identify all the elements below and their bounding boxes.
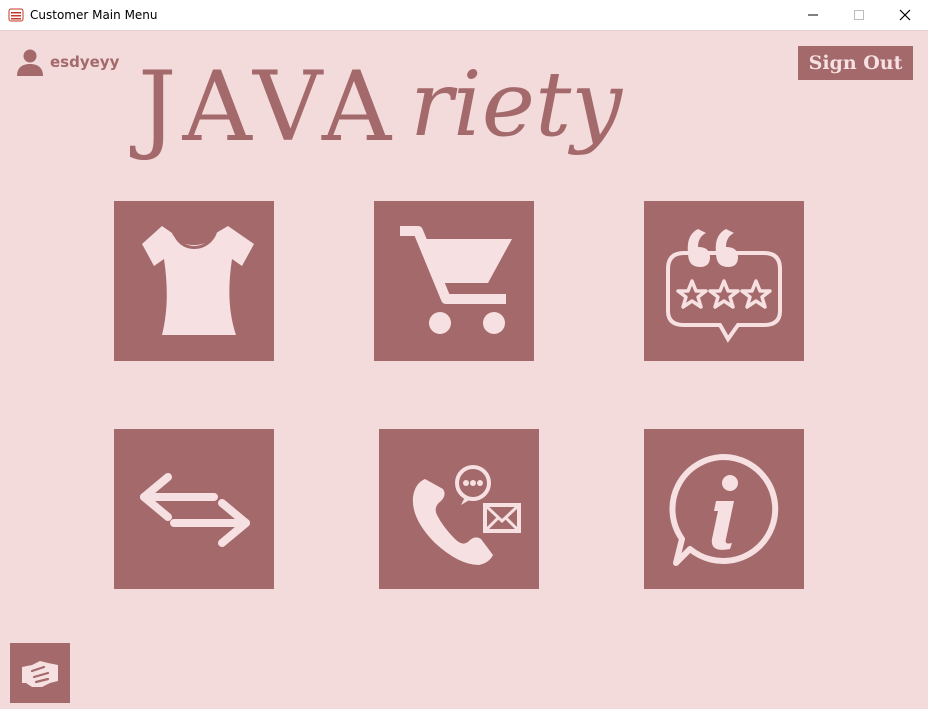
shopping-cart-icon — [400, 226, 512, 334]
contact-tile[interactable] — [379, 429, 539, 589]
exchange-arrows-icon — [140, 473, 250, 547]
username: esdyeyy — [50, 53, 120, 71]
support-tile[interactable] — [10, 643, 70, 703]
review-rating-icon — [666, 229, 782, 343]
clothing-tile[interactable] — [114, 201, 274, 361]
window-title: Customer Main Menu — [30, 8, 158, 22]
window-controls — [790, 0, 928, 30]
logo-text-right: riety — [410, 52, 623, 157]
minimize-button[interactable] — [790, 0, 836, 30]
logo-text-left: JAVA — [130, 51, 397, 163]
shirt-icon — [142, 226, 254, 335]
minimize-icon — [808, 14, 818, 16]
close-button[interactable] — [882, 0, 928, 30]
cart-tile[interactable] — [374, 201, 534, 361]
app-menu-icon[interactable] — [8, 7, 24, 23]
close-icon — [899, 9, 911, 21]
maximize-button — [836, 0, 882, 30]
maximize-icon — [854, 10, 864, 20]
handshake-icon — [22, 661, 58, 687]
user-info: esdyeyy — [16, 48, 119, 76]
reviews-tile[interactable] — [644, 201, 804, 361]
user-avatar-icon — [17, 49, 43, 76]
phone-message-icon — [412, 465, 521, 565]
exchange-tile[interactable] — [114, 429, 274, 589]
info-icon — [669, 454, 779, 566]
window-titlebar: Customer Main Menu — [0, 0, 928, 31]
javariety-logo: JAVA riety — [130, 51, 623, 163]
info-tile[interactable] — [644, 429, 804, 589]
sign-out-button[interactable]: Sign Out — [798, 46, 913, 80]
